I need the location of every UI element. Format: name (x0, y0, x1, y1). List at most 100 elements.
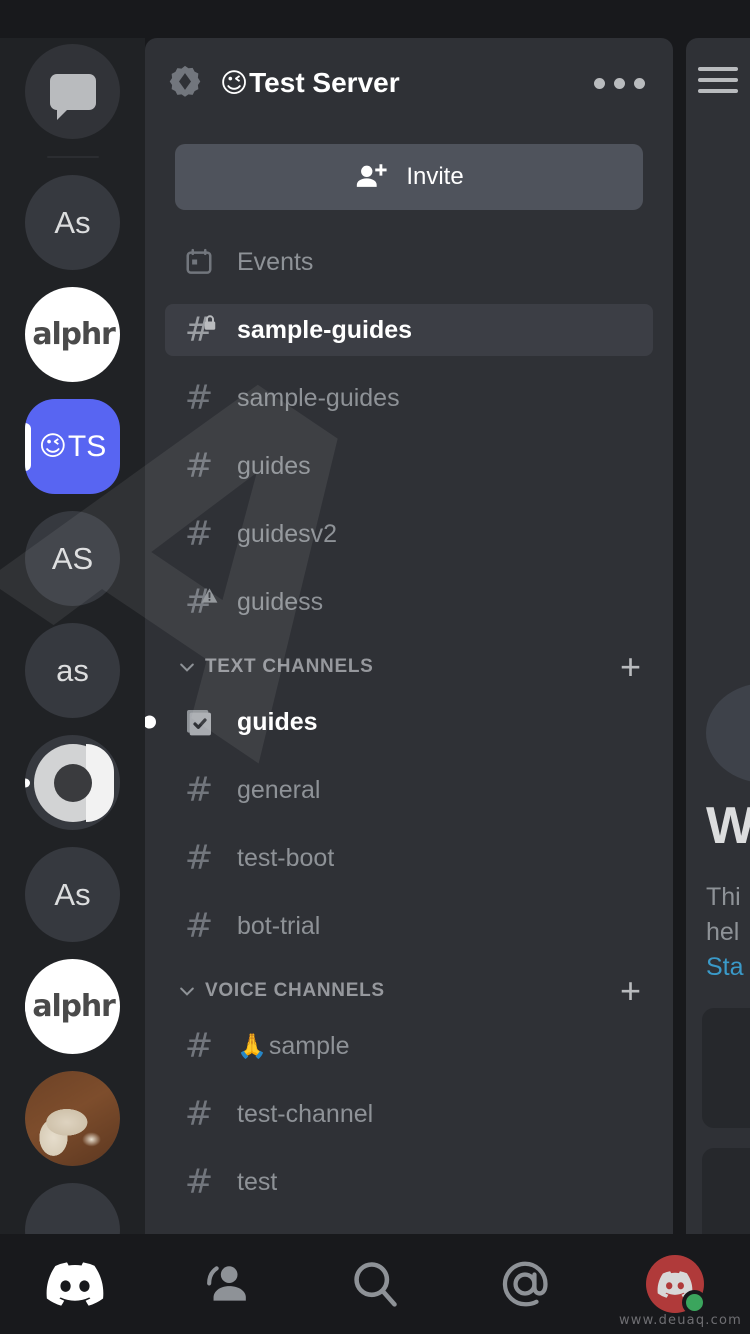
server-initials: TS (67, 429, 107, 463)
channel-item-sample-guides-locked[interactable]: # sample-guides (165, 304, 653, 356)
peek-link[interactable]: Sta (706, 953, 744, 982)
verified-server-badge-icon (169, 65, 201, 97)
server-initials: as (56, 652, 89, 688)
channel-item-test-channel[interactable]: # test-channel (165, 1088, 653, 1140)
nav-mentions[interactable] (450, 1234, 600, 1334)
sidebar-item-direct-messages[interactable] (25, 44, 120, 139)
lock-icon (204, 315, 216, 330)
channel-item-guides-rules[interactable]: guides (145, 696, 653, 748)
status-badge (682, 1290, 707, 1315)
channel-item-test[interactable]: # test (165, 1156, 653, 1208)
at-mention-icon (502, 1261, 548, 1307)
hash-icon: # (184, 446, 214, 486)
sidebar-item-server-as-1[interactable]: As (25, 175, 120, 270)
sidebar-item-server-ring[interactable] (25, 735, 120, 830)
discord-mobile-screen: As alphr 😉 TS AS as As alphr W Thi hel S… (0, 0, 750, 1334)
nav-search[interactable] (300, 1234, 450, 1334)
search-icon (354, 1262, 397, 1307)
category-label: TEXT CHANNELS (205, 656, 374, 677)
alphr-logo-icon: alphr (32, 317, 115, 352)
channel-label: Events (237, 247, 314, 276)
channel-item-guides-top[interactable]: # guides (165, 440, 653, 492)
peek-card-1[interactable] (702, 1008, 750, 1128)
channel-label: general (237, 775, 321, 804)
channel-item-sample-voice[interactable]: # 🙏sample (165, 1020, 653, 1072)
peek-header (686, 38, 750, 128)
unread-indicator-dot (145, 715, 156, 729)
discord-logo-icon (46, 1262, 104, 1306)
sidebar-item-server-test-server[interactable]: 😉 TS (25, 399, 120, 494)
peek-line-2: hel (706, 918, 740, 946)
hash-icon: # (184, 1162, 214, 1202)
server-rail-scroll[interactable]: As alphr 😉 TS AS as As alphr (0, 44, 145, 1278)
status-bar-area (0, 0, 750, 38)
channel-list-panel[interactable]: 😉 Test Server Invite Events # sample-gui… (145, 38, 673, 1234)
chevron-down-icon (177, 657, 199, 677)
channel-label: test-boot (237, 843, 335, 872)
invite-button[interactable]: Invite (175, 144, 643, 210)
channel-emoji: 🙏 (237, 1031, 267, 1060)
channel-item-test-boot[interactable]: # test-boot (165, 832, 653, 884)
server-emoji: 😉 (220, 67, 249, 99)
more-options-icon[interactable] (580, 68, 645, 99)
calendar-icon (177, 247, 221, 277)
channel-label: guides (237, 707, 318, 736)
channel-item-guidess[interactable]: # guidess (165, 576, 653, 628)
sidebar-item-server-as-3[interactable]: as (25, 623, 120, 718)
hash-icon: # (184, 1094, 214, 1134)
channel-list[interactable]: Events # sample-guides # sample-guides #… (145, 218, 673, 1208)
friends-icon (207, 1266, 246, 1301)
channel-item-sample-guides[interactable]: # sample-guides (165, 372, 653, 424)
hash-icon: # (184, 378, 214, 418)
hash-icon: # (184, 514, 214, 554)
channel-label: sample-guides (237, 383, 400, 412)
sidebar-item-server-alphr-2[interactable]: alphr (25, 959, 120, 1054)
sidebar-item-server-as-4[interactable]: As (25, 847, 120, 942)
server-initials: As (54, 204, 91, 240)
channel-label: guidesv2 (237, 519, 338, 548)
category-label: VOICE CHANNELS (205, 980, 385, 1001)
nav-friends[interactable] (150, 1234, 300, 1334)
chat-bubble-icon (49, 73, 96, 120)
category-text-channels[interactable]: TEXT CHANNELS + (165, 644, 653, 690)
server-initials: As (54, 876, 91, 912)
channel-item-general[interactable]: # general (165, 764, 653, 816)
hash-icon: # (184, 1026, 214, 1066)
sidebar-item-server-dog[interactable] (25, 1071, 120, 1166)
channel-item-events[interactable]: Events (165, 236, 653, 288)
server-emoji: 😉 (38, 431, 67, 462)
peek-line-1: Thi (706, 883, 741, 911)
alphr-logo-icon: alphr (32, 989, 115, 1024)
rules-channel-icon (177, 706, 221, 738)
channel-label: sample-guides (237, 315, 413, 344)
channel-label-text: sample (268, 1031, 350, 1060)
category-voice-channels[interactable]: VOICE CHANNELS + (165, 968, 653, 1014)
hamburger-menu-icon[interactable] (698, 66, 738, 100)
dog-avatar-icon (25, 1071, 120, 1166)
avatar[interactable] (646, 1255, 707, 1315)
chat-panel-peek[interactable]: W Thi hel Sta (686, 38, 750, 1234)
channel-item-bot-trial[interactable]: # bot-trial (165, 900, 653, 952)
page-title: 😉 Test Server (220, 67, 580, 99)
peek-card-2[interactable] (702, 1148, 750, 1234)
peek-heading: W (706, 797, 750, 855)
sidebar-item-server-alphr-1[interactable]: alphr (25, 287, 120, 382)
unread-indicator-dot (25, 1002, 30, 1011)
server-header[interactable]: 😉 Test Server (145, 38, 673, 128)
hash-lock-icon: # (177, 313, 221, 347)
hash-warning-icon: # (177, 585, 221, 619)
chevron-down-icon (177, 981, 199, 1001)
server-initials: AS (51, 540, 94, 576)
channel-label: guides (237, 451, 311, 480)
sidebar-item-server-as-2[interactable]: AS (25, 511, 120, 606)
channel-label: guidess (237, 587, 324, 616)
channel-item-guidesv2[interactable]: # guidesv2 (165, 508, 653, 560)
unread-indicator-dot (25, 778, 30, 787)
add-channel-button[interactable]: + (608, 973, 641, 1008)
selected-indicator-pill (25, 422, 31, 471)
ring-logo-icon (33, 743, 114, 822)
nav-home[interactable] (0, 1234, 150, 1334)
channel-label: 🙏sample (237, 1032, 349, 1061)
server-rail[interactable]: As alphr 😉 TS AS as As alphr (0, 0, 145, 1278)
add-channel-button[interactable]: + (608, 649, 641, 684)
